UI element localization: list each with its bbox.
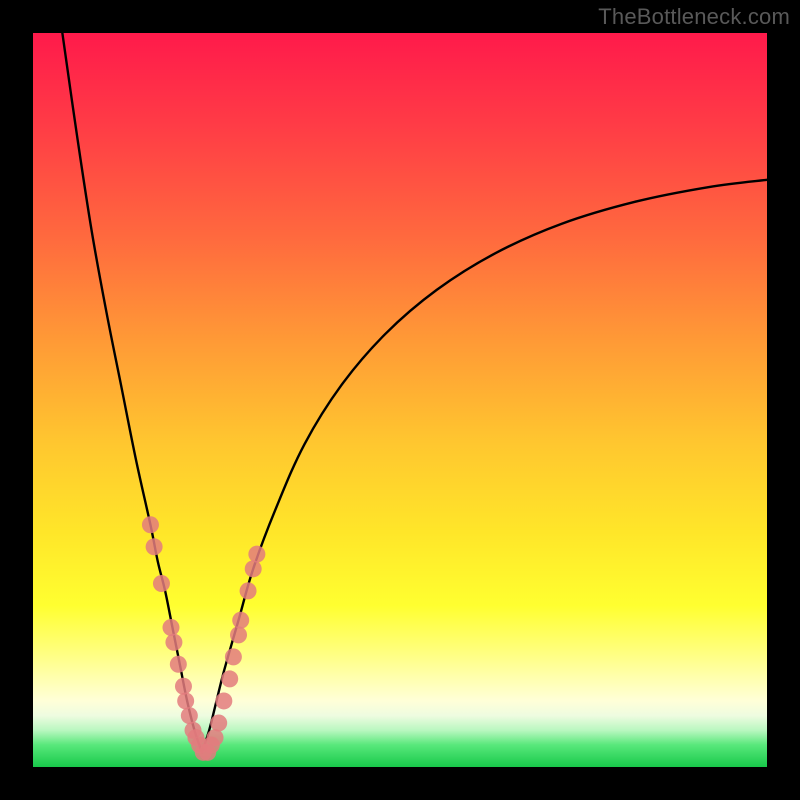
- highlight-dot: [245, 560, 262, 577]
- highlight-dot: [232, 612, 249, 629]
- highlight-dot: [248, 546, 265, 563]
- chart-svg: [33, 33, 767, 767]
- highlight-dot: [153, 575, 170, 592]
- curve-right-branch: [202, 180, 767, 753]
- highlight-dot: [225, 648, 242, 665]
- highlight-dot: [177, 692, 194, 709]
- highlight-dot: [181, 707, 198, 724]
- chart-frame: TheBottleneck.com: [0, 0, 800, 800]
- highlight-dot: [230, 626, 247, 643]
- highlight-dot: [175, 678, 192, 695]
- watermark-text: TheBottleneck.com: [598, 4, 790, 30]
- highlight-dot: [146, 538, 163, 555]
- highlight-dot: [162, 619, 179, 636]
- highlight-dot: [142, 516, 159, 533]
- highlight-dot: [221, 670, 238, 687]
- highlight-dot: [240, 582, 257, 599]
- highlight-dot: [170, 656, 187, 673]
- highlight-dot: [215, 692, 232, 709]
- highlight-dot: [210, 714, 227, 731]
- highlight-dot: [207, 729, 224, 746]
- highlight-dot: [165, 634, 182, 651]
- dots-layer: [142, 516, 265, 761]
